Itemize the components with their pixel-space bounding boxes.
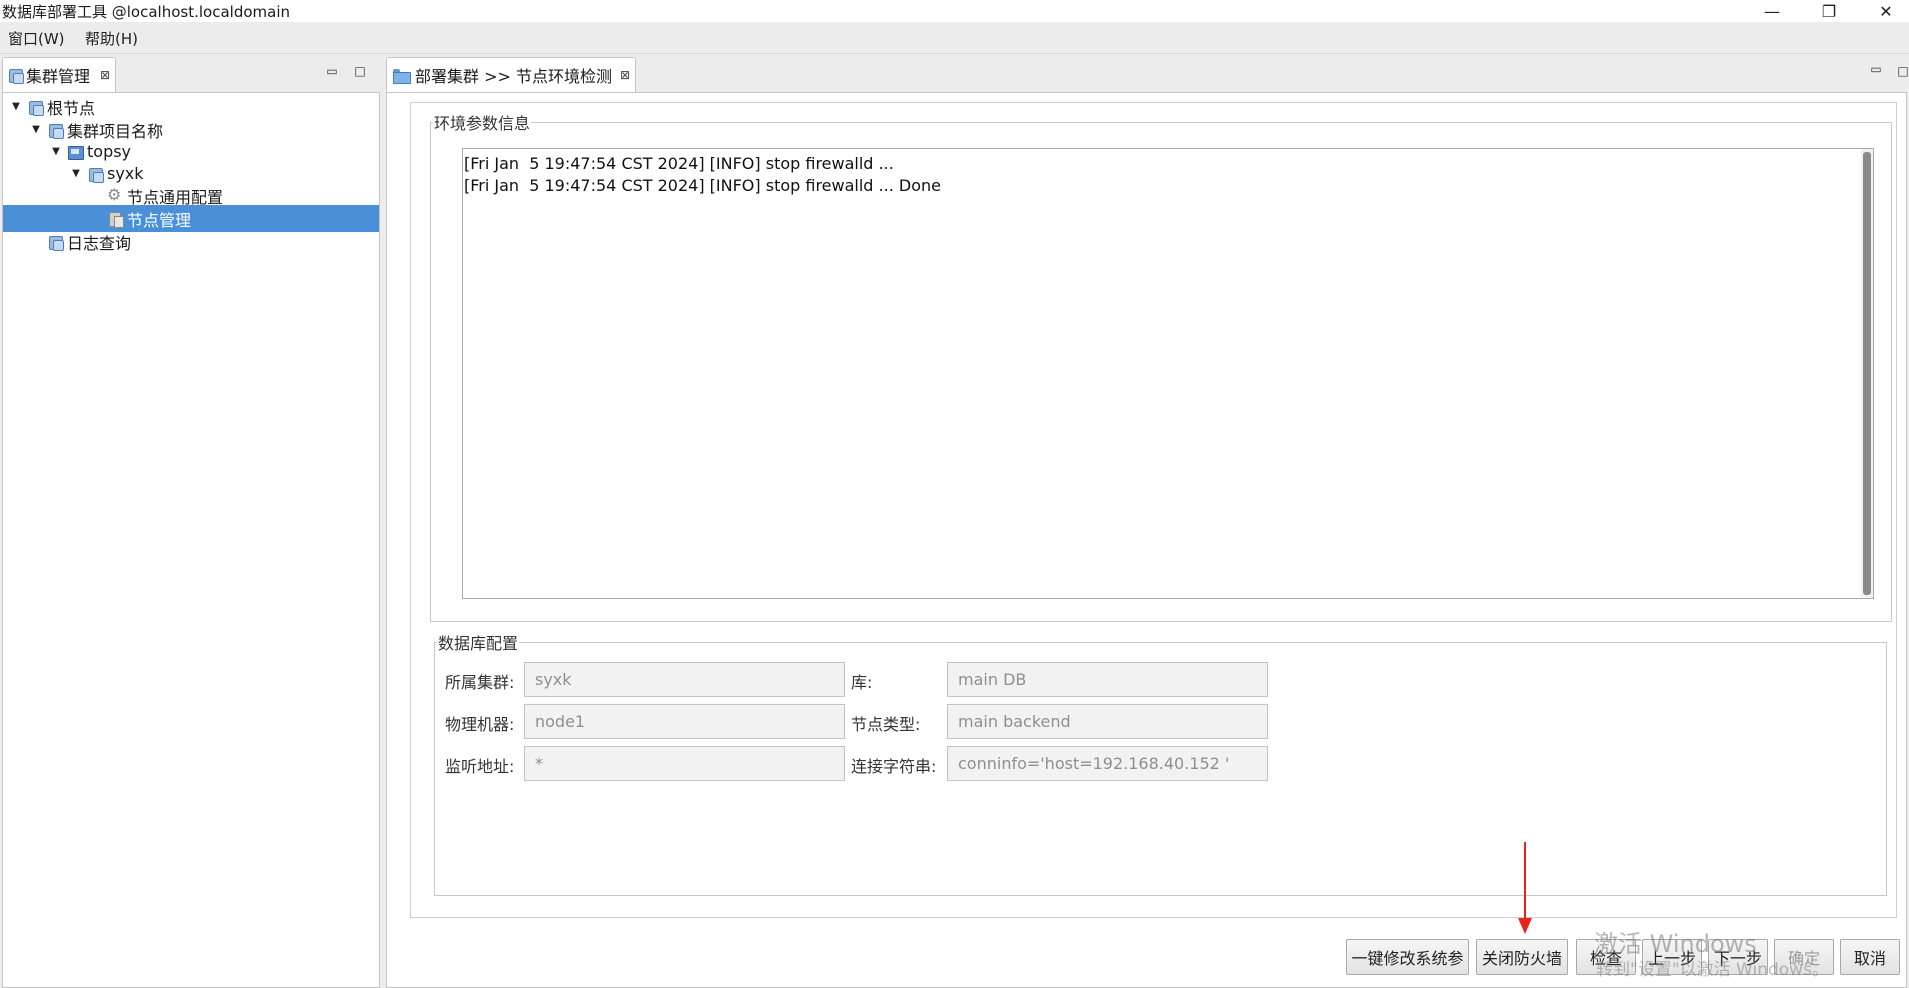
close-firewall-button[interactable]: 关闭防火墙 — [1476, 939, 1568, 975]
cluster-label: 所属集群: — [445, 673, 515, 692]
menu-bar: 窗口(W) 帮助(H) — [0, 22, 1909, 54]
log-line: [Fri Jan 5 19:47:54 CST 2024] [INFO] sto… — [464, 154, 894, 173]
tab-deploy-node-env-check[interactable]: 部署集群 >> 节点环境检测 ⊠ — [386, 57, 636, 92]
node-icon — [107, 211, 124, 228]
cluster-icon — [7, 67, 24, 84]
modify-system-params-button[interactable]: 一键修改系统参 — [1346, 939, 1469, 975]
env-log-textarea[interactable]: [Fri Jan 5 19:47:54 CST 2024] [INFO] sto… — [462, 148, 1874, 599]
tree-item-label: topsy — [87, 142, 132, 161]
expand-toggle-icon[interactable]: ▼ — [29, 123, 43, 137]
window-title: 数据库部署工具 @localhost.localdomain — [2, 3, 290, 21]
listen-address-field[interactable]: * — [524, 746, 845, 781]
tree-item-log-query[interactable]: 日志查询 — [3, 228, 379, 255]
node-type-label: 节点类型: — [851, 715, 921, 734]
cancel-button[interactable]: 取消 — [1840, 939, 1900, 975]
tree-item-label: 根节点 — [47, 98, 96, 118]
menu-window[interactable]: 窗口(W) — [8, 28, 65, 49]
db-label: 库: — [851, 673, 873, 692]
expand-toggle-icon[interactable]: ▼ — [69, 167, 83, 181]
tab-close-icon[interactable]: ⊠ — [100, 68, 110, 82]
conn-string-field[interactable]: conninfo='host=192.168.40.152 ' — [947, 746, 1268, 781]
minimize-button[interactable]: — — [1752, 0, 1792, 22]
activation-watermark-hint: 转到"设置"以激活 Windows。 — [1596, 960, 1829, 980]
host-icon — [67, 144, 84, 160]
tree-item-label: 日志查询 — [67, 233, 132, 253]
listen-address-label: 监听地址: — [445, 757, 515, 776]
folder-icon — [393, 68, 411, 84]
log-scrollbar-thumb[interactable] — [1863, 152, 1871, 595]
cluster-tree: ▼ 根节点 ▼ 集群项目名称 ▼ topsy ▼ syxk 节点通用配置 节点管… — [2, 92, 380, 988]
log-line: [Fri Jan 5 19:47:54 CST 2024] [INFO] sto… — [464, 176, 941, 195]
cluster-icon — [87, 166, 104, 183]
tree-item-label: 节点管理 — [127, 210, 192, 230]
view-maximize-icon[interactable]: □ — [1895, 63, 1909, 79]
view-maximize-icon[interactable]: □ — [352, 63, 368, 79]
gear-icon — [107, 185, 123, 204]
tab-label: 部署集群 >> 节点环境检测 — [415, 67, 612, 86]
env-params-legend: 环境参数信息 — [434, 114, 531, 133]
cluster-icon — [47, 234, 64, 251]
tree-item-label: 节点通用配置 — [127, 187, 224, 207]
machine-field[interactable]: node1 — [524, 704, 845, 739]
red-arrow-icon — [1518, 842, 1532, 934]
activation-watermark-title: 激活 Windows — [1594, 930, 1757, 958]
db-config-legend: 数据库配置 — [438, 634, 519, 653]
cluster-field[interactable]: syxk — [524, 662, 845, 697]
expand-toggle-icon[interactable]: ▼ — [49, 145, 63, 159]
tree-item-label: syxk — [107, 164, 144, 183]
title-bar: 数据库部署工具 @localhost.localdomain — ❐ ✕ — [0, 0, 1909, 22]
expand-toggle-icon[interactable]: ▼ — [9, 100, 23, 114]
node-type-field[interactable]: main backend — [947, 704, 1268, 739]
tab-cluster-management[interactable]: 集群管理 ⊠ — [2, 57, 116, 92]
cluster-icon — [47, 122, 64, 139]
view-minimize-icon[interactable]: ▭ — [324, 63, 340, 79]
tab-label: 集群管理 — [26, 67, 91, 86]
tab-close-icon[interactable]: ⊠ — [620, 68, 630, 82]
menu-help[interactable]: 帮助(H) — [85, 28, 138, 49]
machine-label: 物理机器: — [445, 715, 515, 734]
db-field[interactable]: main DB — [947, 662, 1268, 697]
cluster-management-view: 集群管理 ⊠ ▭ □ ▼ 根节点 ▼ 集群项目名称 ▼ topsy ▼ syxk… — [0, 54, 384, 988]
conn-string-label: 连接字符串: — [851, 757, 937, 776]
restore-button[interactable]: ❐ — [1809, 0, 1849, 22]
view-minimize-icon[interactable]: ▭ — [1868, 61, 1884, 77]
close-button[interactable]: ✕ — [1866, 0, 1906, 22]
cluster-icon — [27, 99, 44, 116]
